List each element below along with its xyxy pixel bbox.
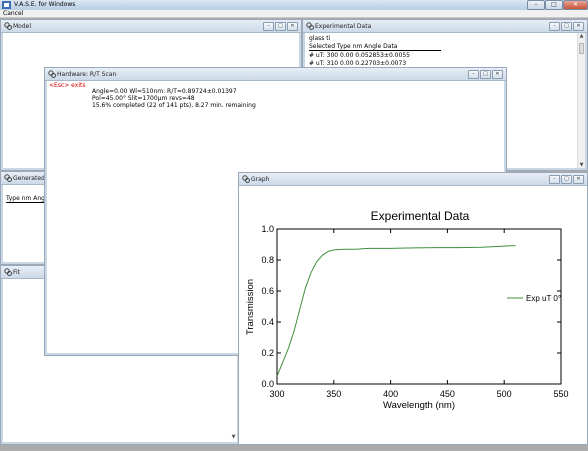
dataset-name: glass ti [309,35,331,42]
maximize-button[interactable]: □ [480,70,491,79]
close-button[interactable]: ✕ [573,175,584,184]
app-minimize-button[interactable]: – [527,0,545,10]
x-tick-label: 300 [269,389,284,399]
scroll-down-arrow[interactable]: ▼ [230,434,237,440]
graph-window-content: Experimental Data 300 350 400 450 500 550 0.0 0… [239,186,587,444]
x-tick-label: 450 [440,389,455,399]
app-maximize-button[interactable]: □ [545,0,563,10]
fit-window-title: Fit [13,269,21,276]
maximize-button[interactable]: □ [561,175,572,184]
header-underline [309,50,441,51]
y-tick-label: 0.4 [261,317,274,327]
scan-window-titlebar[interactable]: Hardware: R/T Scan – □ ✕ [45,68,506,81]
y-tick-label: 0.2 [261,348,274,358]
y-tick-label: 0.6 [261,286,274,296]
y-tick-label: 0.0 [261,379,274,389]
x-tick-label: 400 [383,389,398,399]
model-window-titlebar[interactable]: Model – □ ✕ [1,20,301,33]
app-title: V.A.S.E. for Windows [14,1,76,8]
window-icon [4,268,12,276]
minimize-button[interactable]: – [468,70,479,79]
x-tick-label: 350 [326,389,341,399]
y-tick-label: 0.8 [261,255,274,265]
legend-label: Exp uT 0° [526,294,561,303]
minimize-button[interactable]: – [549,22,560,31]
app-close-button[interactable]: ✕ [563,0,588,10]
close-button[interactable]: ✕ [573,22,584,31]
data-table-header: Selected Type nm Angle Data [309,43,398,50]
graph-window-titlebar[interactable]: Graph – □ ✕ [239,173,587,186]
experimental-window-title: Experimental Data [315,23,372,30]
graph-window[interactable]: Graph – □ ✕ Experimental Data 300 350 400 450… [238,172,588,445]
plot-frame [276,228,562,385]
scrollbar-thumb[interactable] [579,43,584,54]
menu-item-cancel[interactable]: Cancel [3,10,23,17]
esc-hint: <Esc> exits [49,82,86,89]
generated-table-header: Type nm Ang [6,195,45,202]
series-line [276,245,516,377]
vertical-scrollbar[interactable]: ▲ ▼ [577,33,585,168]
window-icon [4,22,12,30]
window-icon [4,174,12,182]
data-row[interactable]: # uT: 310 0.00 0.22703±0.0073 [309,60,406,67]
window-icon [306,22,314,30]
window-icon [242,175,250,183]
header-underline [6,202,46,203]
scroll-up-arrow[interactable]: ▲ [578,33,585,39]
y-tick-label: 1.0 [261,224,274,234]
x-tick-label: 550 [553,389,568,399]
close-button[interactable]: ✕ [287,22,298,31]
scan-window-title: Hardware: R/T Scan [57,71,117,78]
experimental-window-titlebar[interactable]: Experimental Data – □ ✕ [303,20,587,33]
x-tick-label: 500 [497,389,512,399]
x-axis-label: Wavelength (nm) [383,400,455,411]
window-icon [48,70,56,78]
maximize-button[interactable]: □ [561,22,572,31]
app-icon [2,1,11,9]
minimize-button[interactable]: – [263,22,274,31]
menu-bar: Cancel [0,10,588,18]
minimize-button[interactable]: – [549,175,560,184]
data-row[interactable]: # uT: 300 0.00 0.052853±0.0055 [309,52,410,59]
model-window-title: Model [13,23,32,30]
scroll-down-arrow[interactable]: ▼ [578,162,585,168]
scan-progress-text: 15.6% completed (22 of 141 pts), 8.27 mi… [92,102,256,109]
scan-status-line: Angle=0.00 Wl=510nm: R/T=0.89724±0.01397 [92,88,237,95]
graph-window-title: Graph [251,176,270,183]
scan-status-line: Pol=45.00° Slit=1700µm revs=48 [92,95,195,102]
y-axis-label: Transmission [245,279,256,335]
maximize-button[interactable]: □ [275,22,286,31]
transmission-chart: Experimental Data 300 350 400 450 500 550 0.0 0… [245,209,569,411]
chart-title: Experimental Data [371,209,470,223]
close-button[interactable]: ✕ [492,70,503,79]
